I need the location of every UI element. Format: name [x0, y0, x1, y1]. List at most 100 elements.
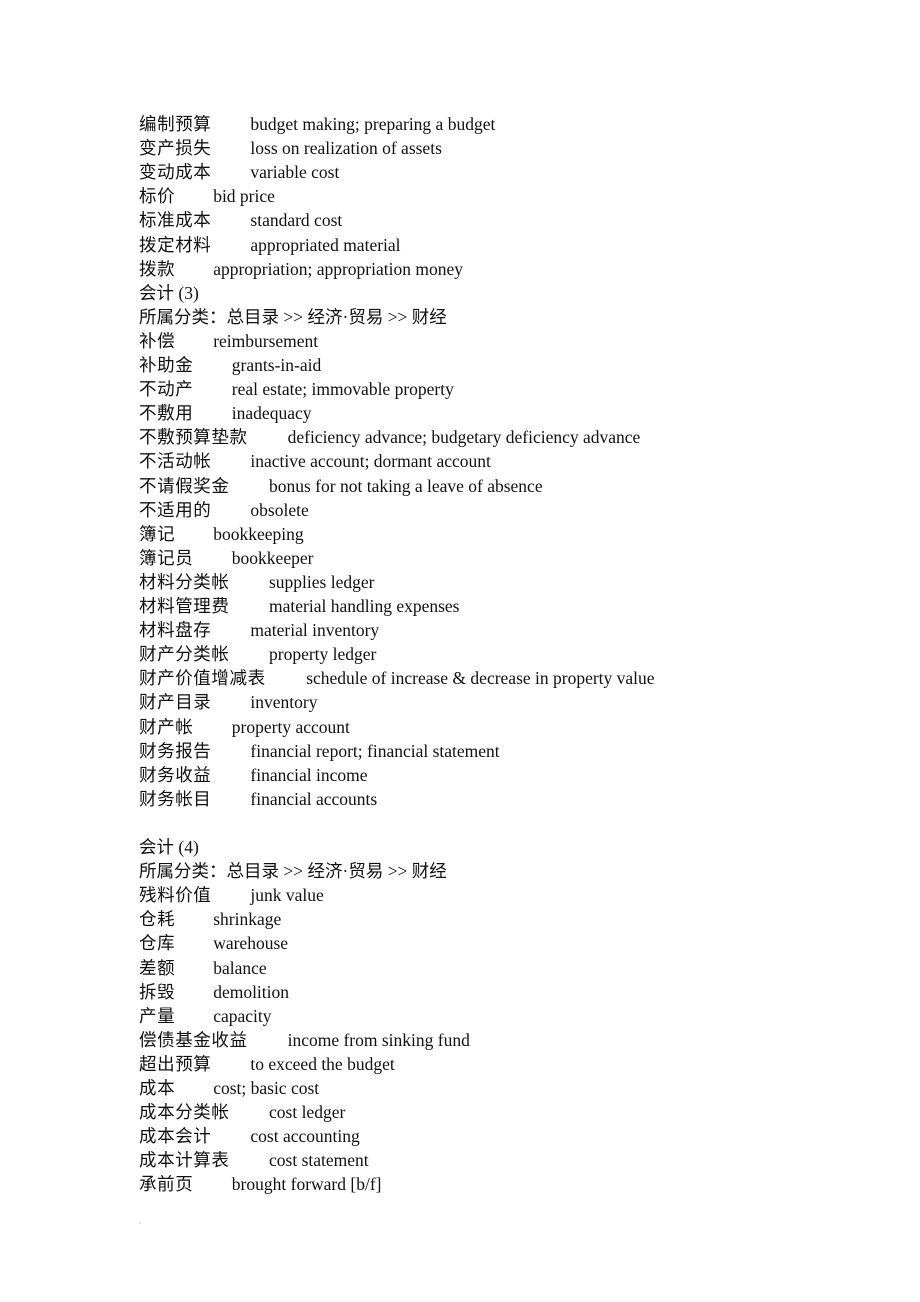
- term-english: obsolete: [250, 499, 309, 520]
- term-chinese: 变动成本: [139, 162, 212, 183]
- term-english: supplies ledger: [269, 571, 375, 592]
- term-english: bonus for not taking a leave of absence: [269, 475, 543, 496]
- term-chinese: 成本会计: [139, 1126, 212, 1147]
- term-english: material handling expenses: [269, 596, 460, 616]
- glossary-entry: 超出预算 to exceed the budget: [139, 1052, 395, 1076]
- term-english: deficiency advance; budgetary deficiency…: [287, 427, 641, 448]
- term-chinese: 成本计算表: [139, 1150, 230, 1171]
- term-english: appropriation; appropriation money: [213, 258, 463, 279]
- glossary-entry: 不敷用 inadequacy: [139, 401, 311, 425]
- term-english: cost; basic cost: [213, 1078, 320, 1098]
- term-chinese: 承前页: [139, 1174, 194, 1195]
- glossary-entry: 标准成本 standard cost: [139, 208, 342, 232]
- glossary-entry: 财产价值增减表 schedule of increase & decrease i…: [139, 666, 655, 690]
- term-chinese: 残料价值: [139, 885, 212, 906]
- glossary-entry: 不请假奖金 bonus for not taking a leave of abs…: [139, 474, 543, 498]
- glossary-entry: 成本 cost; basic cost: [139, 1076, 319, 1100]
- glossary-entry: 财产目录 inventory: [139, 690, 317, 714]
- glossary-entry: 产量 capacity: [139, 1004, 271, 1028]
- section-title: 会计 (4): [139, 837, 199, 857]
- term-english: schedule of increase & decrease in prope…: [306, 668, 655, 689]
- term-english: reimbursement: [213, 330, 319, 351]
- term-chinese: 财产目录: [139, 692, 212, 713]
- glossary-entry: 材料盘存 material inventory: [139, 618, 379, 642]
- glossary-entry: 财产分类帐 property ledger: [139, 642, 376, 666]
- term-chinese: 标价: [139, 186, 176, 207]
- glossary-entry: 变动成本 variable cost: [139, 160, 339, 184]
- term-english: financial income: [250, 764, 368, 785]
- category-breadcrumb: 所属分类：总目录 >> 经济·贸易 >> 财经: [139, 306, 447, 327]
- glossary-entry: 偿债基金收益 income from sinking fund: [139, 1028, 470, 1052]
- term-chinese: 簿记员: [139, 547, 194, 568]
- term-english: bid price: [213, 186, 275, 207]
- category-breadcrumb: 所属分类：总目录 >> 经济·贸易 >> 财经: [139, 861, 447, 882]
- term-chinese: 拨定材料: [139, 234, 212, 255]
- glossary-entry: 成本会计 cost accounting: [139, 1124, 360, 1148]
- glossary-entry: 材料管理费 material handling expenses: [139, 594, 460, 618]
- document-page: 编制预算 budget making; preparing a budget 变产损…: [0, 0, 920, 1302]
- term-chinese: 仓库: [139, 933, 176, 954]
- term-chinese: 财务收益: [139, 764, 212, 785]
- term-chinese: 超出预算: [139, 1053, 212, 1074]
- term-chinese: 不动产: [139, 379, 194, 400]
- glossary-entry: 材料分类帐 supplies ledger: [139, 570, 374, 594]
- term-chinese: 材料管理费: [139, 596, 230, 616]
- glossary-entry: 仓耗 shrinkage: [139, 907, 281, 931]
- glossary-entry: 补偿 reimbursement: [139, 329, 318, 353]
- term-english: appropriated material: [250, 234, 401, 255]
- term-chinese: 标准成本: [139, 210, 212, 231]
- term-english: variable cost: [250, 162, 340, 183]
- term-chinese: 补助金: [139, 355, 194, 375]
- term-chinese: 不敷用: [139, 403, 194, 424]
- glossary-entry: 标价 bid price: [139, 184, 275, 208]
- glossary-entry: 残料价值 junk value: [139, 883, 324, 907]
- term-english: inactive account; dormant account: [250, 451, 491, 472]
- term-chinese: 财务报告: [139, 740, 212, 761]
- page-mark: [139, 1222, 141, 1224]
- term-chinese: 成本分类帐: [139, 1102, 230, 1123]
- term-chinese: 成本: [139, 1078, 176, 1098]
- term-chinese: 不请假奖金: [139, 475, 230, 496]
- term-chinese: 不适用的: [139, 499, 212, 520]
- glossary-entry: 编制预算 budget making; preparing a budget: [139, 112, 495, 136]
- term-english: financial accounts: [250, 788, 378, 809]
- glossary-entry: 承前页 brought forward [b/f]: [139, 1172, 381, 1196]
- glossary-entry: 拨定材料 appropriated material: [139, 233, 401, 257]
- glossary-entry: 拆毁 demolition: [139, 980, 289, 1004]
- term-chinese: 财产帐: [139, 716, 194, 737]
- glossary-entry: 成本计算表 cost statement: [139, 1148, 369, 1172]
- term-chinese: 簿记: [139, 523, 176, 544]
- glossary-entry: 不适用的 obsolete: [139, 498, 309, 522]
- glossary-entry: 成本分类帐 cost ledger: [139, 1100, 345, 1124]
- term-chinese: 财产价值增减表: [139, 668, 266, 689]
- term-english: property ledger: [269, 644, 377, 665]
- term-english: grants-in-aid: [231, 355, 322, 375]
- glossary-entry: 不敷预算垫款 deficiency advance; budgetary defi…: [139, 425, 640, 449]
- glossary-entry: 变产损失 loss on realization of assets: [139, 136, 442, 160]
- term-english: inventory: [250, 692, 318, 713]
- term-chinese: 财产分类帐: [139, 644, 230, 665]
- term-english: financial report; financial statement: [250, 740, 500, 761]
- term-english: budget making; preparing a budget: [250, 114, 496, 134]
- term-chinese: 产量: [139, 1005, 176, 1026]
- term-chinese: 偿债基金收益: [139, 1029, 248, 1050]
- glossary-entry: 簿记 bookkeeping: [139, 522, 304, 546]
- term-english: cost ledger: [269, 1102, 346, 1123]
- glossary-entry: 财产帐 property account: [139, 715, 350, 739]
- term-chinese: 拨款: [139, 258, 176, 279]
- term-english: property account: [231, 716, 350, 737]
- glossary-entry: 拨款 appropriation; appropriation money: [139, 257, 463, 281]
- glossary-entry: 不动产 real estate; immovable property: [139, 377, 454, 401]
- term-english: inadequacy: [231, 403, 312, 424]
- term-english: income from sinking fund: [287, 1029, 470, 1050]
- term-english: cost accounting: [250, 1126, 360, 1147]
- glossary-entry: 财务报告 financial report; financial statemen…: [139, 739, 500, 763]
- glossary-entry: 差额 balance: [139, 956, 267, 980]
- term-english: demolition: [213, 981, 290, 1002]
- term-english: to exceed the budget: [250, 1053, 395, 1074]
- term-english: bookkeeper: [231, 547, 314, 568]
- term-chinese: 材料分类帐: [139, 571, 230, 592]
- term-chinese: 不活动帐: [139, 451, 212, 472]
- glossary-entry: 不活动帐 inactive account; dormant account: [139, 449, 491, 473]
- term-english: loss on realization of assets: [250, 138, 442, 159]
